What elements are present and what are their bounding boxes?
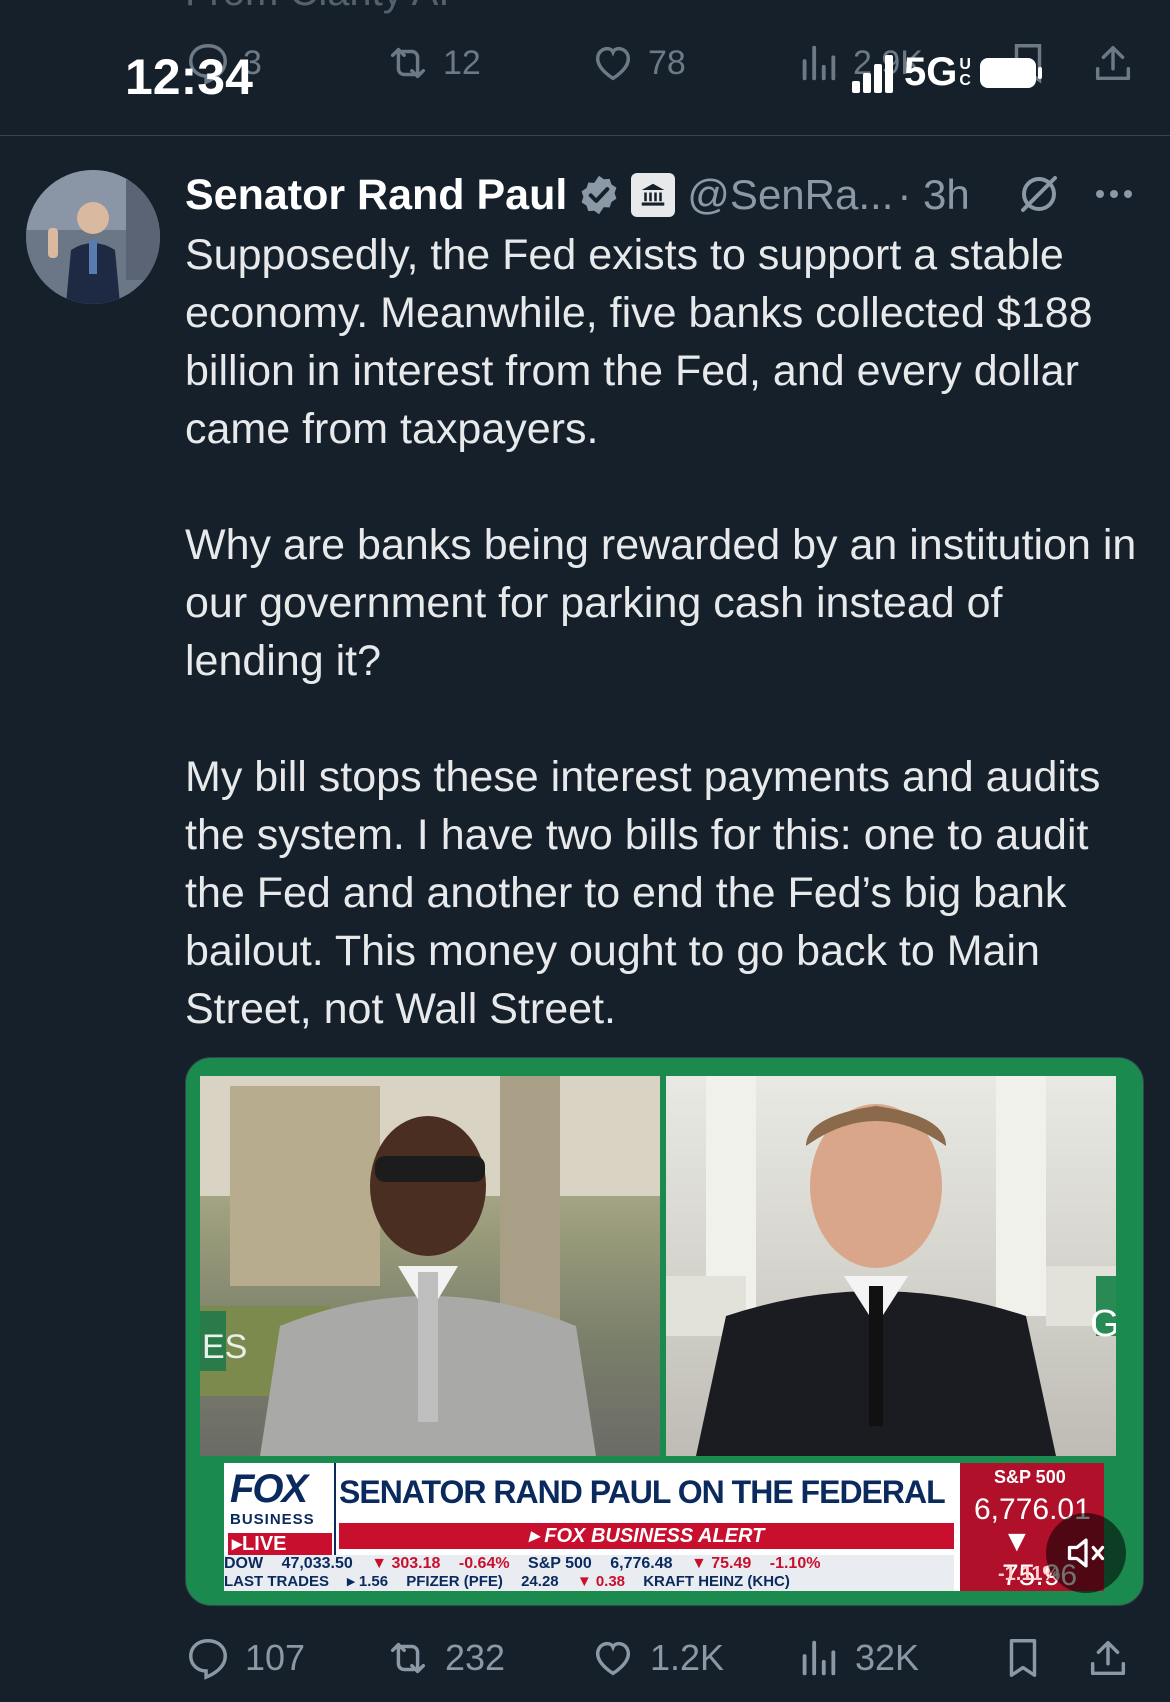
- share-icon: [1090, 1640, 1126, 1676]
- author-handle[interactable]: @SenRa...: [687, 171, 893, 219]
- tweet-paragraph: Supposedly, the Fed exists to support a …: [185, 231, 1093, 453]
- verified-icon: [581, 175, 617, 215]
- news-ticker: FOX BUSINESS ▸LIVE SENATOR RAND PAUL ON …: [224, 1463, 1104, 1592]
- tweet-paragraph: Why are banks being rewarded by an insti…: [185, 521, 1137, 685]
- tweet-header: Senator Rand Paul @SenRa... · 3h: [185, 165, 970, 225]
- view-count: 32K: [855, 1637, 920, 1678]
- ghost-share: [1090, 40, 1148, 86]
- like-icon: [595, 1641, 631, 1676]
- government-badge-icon: [642, 183, 665, 206]
- overlay-text-left: ES: [202, 1328, 247, 1366]
- ghost-source-text: From Clarity AI: [185, 0, 449, 15]
- tweet-text: Supposedly, the Fed exists to support a …: [185, 226, 1145, 1038]
- battery-icon: [979, 57, 1042, 88]
- mute-button[interactable]: [1046, 1513, 1126, 1593]
- reply-count: 107: [245, 1637, 306, 1678]
- avatar-image: [26, 170, 160, 304]
- ghost-like: 78: [590, 40, 686, 86]
- reply-button[interactable]: 107: [185, 1635, 305, 1681]
- status-bar: From Clarity AI 3 12 78 2.9K 12:34: [0, 0, 1170, 135]
- author-name[interactable]: Senator Rand Paul: [185, 171, 567, 220]
- tweet-timestamp[interactable]: · 3h: [897, 171, 969, 219]
- status-clock: 12:34: [125, 49, 253, 105]
- like-count: 1.2K: [650, 1637, 725, 1678]
- guest-image: G: [666, 1076, 1116, 1456]
- host-image: ES: [200, 1076, 660, 1456]
- ghost-repost: 12: [385, 40, 481, 86]
- share-button[interactable]: [1085, 1635, 1145, 1681]
- news-headline: SENATOR RAND PAUL ON THE FEDERAL RESERVE: [339, 1463, 954, 1521]
- system-icons: 5G U C: [850, 50, 1043, 95]
- tweet-actions: 107 232 1.2K 32K: [185, 1635, 1145, 1685]
- signal-icon: [852, 54, 893, 93]
- more-icon[interactable]: [1090, 170, 1138, 218]
- repost-button[interactable]: 232: [385, 1635, 505, 1681]
- ticker-stocks: LAST TRADES ▸ 1.56 PFIZER (PFE) 24.28 ▼ …: [224, 1573, 954, 1591]
- repost-icon: [390, 1642, 426, 1674]
- video-frame-right-guest: G: [666, 1076, 1116, 1456]
- mute-icon: [1067, 1538, 1105, 1568]
- tweet-paragraph: My bill stops these interest payments an…: [185, 753, 1101, 1033]
- views-button[interactable]: 32K: [795, 1635, 919, 1681]
- video-frame-left-host: ES: [200, 1076, 660, 1456]
- reply-icon: [189, 1639, 227, 1680]
- author-avatar[interactable]: [26, 170, 160, 304]
- video-player[interactable]: ES G FOX BUSINESS ▸LIVE SENAT: [185, 1057, 1144, 1606]
- ticker-indices: DOW 47,033.50 ▼ 303.18 -0.64% S&P 500 6,…: [224, 1555, 954, 1573]
- alert-bar: ▸ FOX BUSINESS ALERT: [339, 1523, 954, 1549]
- network-type: 5G: [904, 50, 958, 94]
- grok-icon[interactable]: [1015, 170, 1063, 218]
- overlay-text-right: G: [1090, 1303, 1116, 1345]
- like-icon: [595, 46, 631, 81]
- network-sub: U C: [959, 55, 971, 89]
- views-icon: [802, 1640, 836, 1676]
- bookmark-icon: [1009, 1639, 1037, 1677]
- header-divider: [0, 135, 1170, 136]
- views-icon: [802, 45, 836, 81]
- government-badge[interactable]: [631, 173, 676, 217]
- live-badge: ▸LIVE: [228, 1533, 332, 1555]
- repost-icon: [390, 47, 426, 79]
- like-button[interactable]: 1.2K: [590, 1635, 724, 1681]
- share-icon: [1095, 45, 1131, 81]
- bookmark-button[interactable]: [1000, 1635, 1060, 1681]
- repost-count: 232: [445, 1637, 506, 1678]
